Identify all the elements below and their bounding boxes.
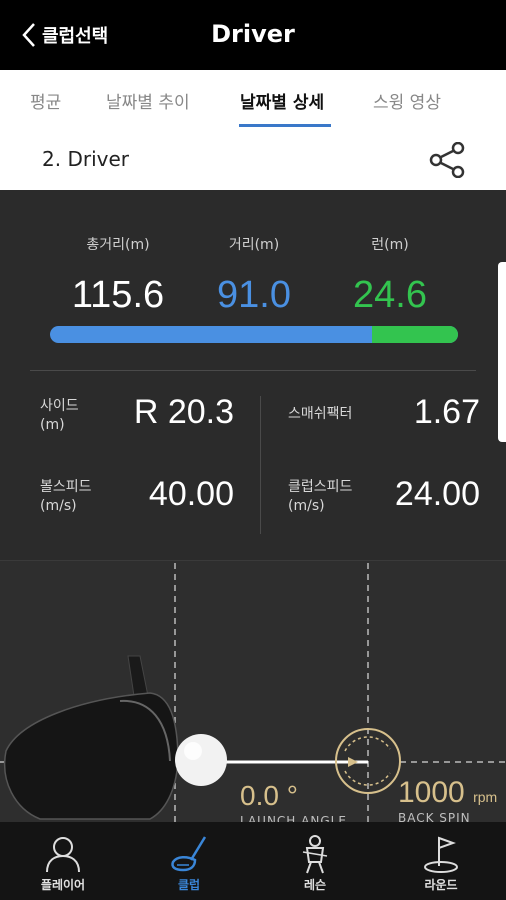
nav-round[interactable]: 라운드 <box>378 822 504 900</box>
share-icon[interactable] <box>428 142 468 178</box>
ball-speed-label: 볼스피드 (m/s) <box>40 478 92 516</box>
tab-average[interactable]: 평균 <box>30 88 61 113</box>
club-speed-value: 24.00 <box>394 475 480 513</box>
club-name: 2. Driver <box>42 147 129 171</box>
side-label: 사이드 (m) <box>40 397 79 435</box>
back-spin-value: 1000 <box>398 776 465 809</box>
ball-speed-label-text: 볼스피드 <box>40 479 92 495</box>
tab-bar: 평균 날짜별 추이 날짜별 상세 스윙 영상 <box>0 70 506 130</box>
total-distance-label: 총거리(m) <box>86 237 150 253</box>
page-title: Driver <box>211 20 295 48</box>
run-bar-segment <box>372 326 458 343</box>
nav-club[interactable]: 클럽 <box>126 822 252 900</box>
smash-factor-value: 1.67 <box>413 393 480 431</box>
nav-player[interactable]: 플레이어 <box>0 822 126 900</box>
side-value: R 20.3 <box>133 393 234 431</box>
tab-daily-detail[interactable]: 날짜별 상세 <box>240 88 324 113</box>
club-icon <box>171 836 207 872</box>
distance-bar <box>50 326 458 343</box>
active-tab-indicator <box>239 124 331 127</box>
driver-head-icon <box>4 655 179 820</box>
ball-speed-value: 40.00 <box>148 475 234 513</box>
back-spin-value-group: 1000 rpm <box>398 776 497 810</box>
run-distance-label: 런(m) <box>371 237 409 253</box>
nav-lesson[interactable]: 레슨 <box>252 822 378 900</box>
tab-daily-trend[interactable]: 날짜별 추이 <box>106 88 190 113</box>
club-speed-label-unit: (m/s) <box>288 498 325 514</box>
divider <box>30 370 476 371</box>
back-spin-unit: rpm <box>473 789 498 805</box>
club-speed-label: 클럽스피드 (m/s) <box>288 478 352 516</box>
ball-speed-label-unit: (m/s) <box>40 498 77 514</box>
nav-club-label: 클럽 <box>177 878 201 892</box>
side-scroll-handle[interactable] <box>498 262 506 442</box>
player-icon <box>46 837 80 873</box>
carry-distance-value: 91.0 <box>217 274 291 316</box>
side-label-unit: (m) <box>40 417 65 433</box>
tab-swing-video[interactable]: 스윙 영상 <box>373 88 441 113</box>
side-label-text: 사이드 <box>40 398 79 414</box>
smash-factor-label: 스매쉬팩터 <box>288 406 353 422</box>
nav-round-label: 라운드 <box>424 878 458 892</box>
carry-distance-label: 거리(m) <box>228 237 280 253</box>
app-header: 클럽선택 Driver <box>0 0 506 70</box>
golf-ball-icon <box>175 734 227 786</box>
round-icon <box>424 836 458 873</box>
club-speed-label-text: 클럽스피드 <box>288 479 353 495</box>
launch-angle-value: 0.0 ° <box>240 780 298 811</box>
bottom-nav: 플레이어 클럽 레슨 라운드 <box>0 822 506 900</box>
run-distance-value: 24.6 <box>353 274 427 316</box>
divider-vertical <box>260 396 261 534</box>
total-distance-value: 115.6 <box>71 274 165 316</box>
nav-lesson-label: 레슨 <box>303 878 327 892</box>
nav-player-label: 플레이어 <box>40 878 86 892</box>
lesson-icon <box>302 835 328 874</box>
